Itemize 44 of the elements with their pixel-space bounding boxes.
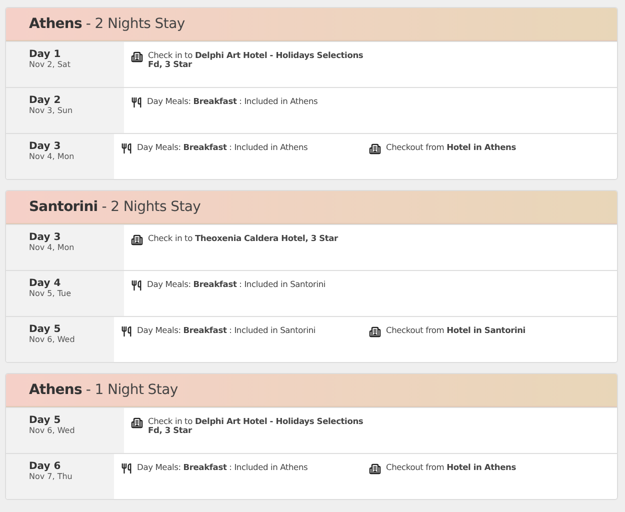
stay-length: - 1 Night Stay [86, 382, 178, 398]
fork-knife-icon [131, 97, 142, 108]
meal-info: Day Meals: Breakfast : Included in Santorini [147, 280, 327, 289]
fork-knife-icon [131, 280, 142, 291]
day-date: Nov 4, Mon [29, 243, 74, 252]
city-name: Santorini [29, 199, 98, 215]
fork-knife-icon [121, 463, 132, 474]
day-date: Nov 5, Tue [29, 289, 71, 298]
hotel-info: Checkout from Hotel in Athens [386, 143, 517, 152]
building-icon [131, 234, 143, 246]
day-label: Day 2 [29, 95, 61, 106]
building-icon [131, 51, 143, 63]
day-label: Day 1 [29, 49, 61, 60]
meal-info: Day Meals: Breakfast : Included in Athens [147, 97, 319, 106]
hotel-info: Checkout from Hotel in Athens [386, 463, 517, 472]
city-name: Athens [29, 382, 82, 398]
stay-length: - 2 Nights Stay [102, 199, 201, 215]
fork-knife-icon [121, 326, 132, 337]
day-date: Nov 7, Thu [29, 472, 72, 481]
day-label: Day 6 [29, 461, 61, 472]
day-label: Day 4 [29, 278, 61, 289]
day-date: Nov 4, Mon [29, 152, 74, 161]
day-label: Day 3 [29, 141, 61, 152]
day-label: Day 5 [29, 324, 61, 335]
hotel-info: Checkout from Hotel in Santorini [386, 326, 526, 335]
building-icon [131, 417, 143, 429]
meal-info: Day Meals: Breakfast : Included in Santorini [137, 326, 317, 335]
day-label: Day 3 [29, 232, 61, 243]
meal-info: Day Meals: Breakfast : Included in Athens [137, 143, 309, 152]
city-name: Athens [29, 16, 82, 32]
building-icon [369, 463, 381, 475]
day-date: Nov 2, Sat [29, 60, 70, 69]
hotel-info: Check in to Delphi Art Hotel - Holidays Selections Fd, 3 Star [148, 51, 364, 69]
day-date: Nov 3, Sun [29, 106, 73, 115]
day-date: Nov 6, Wed [29, 426, 75, 435]
hotel-info: Check in to Delphi Art Hotel - Holidays Selections Fd, 3 Star [148, 417, 364, 435]
building-icon [369, 326, 381, 338]
day-date: Nov 6, Wed [29, 335, 75, 344]
building-icon [369, 143, 381, 155]
meal-info: Day Meals: Breakfast : Included in Athens [137, 463, 309, 472]
hotel-info: Check in to Theoxenia Caldera Hotel, 3 Star [148, 234, 339, 243]
stay-length: - 2 Nights Stay [86, 16, 185, 32]
fork-knife-icon [121, 143, 132, 154]
day-label: Day 5 [29, 415, 61, 426]
